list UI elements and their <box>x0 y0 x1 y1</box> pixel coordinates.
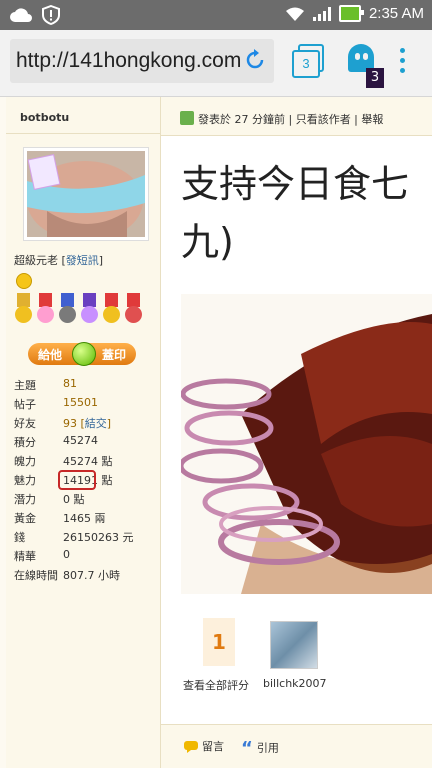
stat-row: 魅力 14191 點 <box>14 470 160 491</box>
stat-row: 帖子 15501 <box>14 396 160 415</box>
reload-icon[interactable] <box>244 49 266 71</box>
medal-icon[interactable] <box>36 293 55 327</box>
clock: 2:35 AM <box>368 5 424 22</box>
author-avatar[interactable] <box>24 148 148 240</box>
author-username[interactable]: botbotu <box>20 111 69 124</box>
stat-label: 積分 <box>14 436 36 449</box>
stat-row: 錢 26150263 元 <box>14 529 160 548</box>
quote-button[interactable]: “引用 <box>241 738 279 759</box>
stat-value[interactable]: 81 <box>63 377 77 390</box>
stat-label: 黃金 <box>14 512 36 525</box>
rating-score: 1 <box>203 618 235 666</box>
medal-icon[interactable] <box>80 293 99 327</box>
stat-label: 好友 <box>14 417 36 430</box>
stat-label: 帖子 <box>14 398 36 411</box>
stat-value: 0 <box>63 548 70 561</box>
extension-badge: 3 <box>366 68 384 88</box>
alert-shield-icon <box>42 5 60 25</box>
stat-label: 在線時間 <box>14 569 58 582</box>
stat-value[interactable]: 93 [結交] <box>63 415 111 431</box>
post-actions: 留言 “引用 <box>161 724 432 768</box>
stat-label: 潛力 <box>14 493 36 506</box>
stat-row: 主題 81 <box>14 377 160 396</box>
stat-value: 1465 兩 <box>63 512 106 525</box>
rater-avatar[interactable] <box>270 621 318 669</box>
author-stats: 主題 81 帖子 15501 好友 93 [結交] 積分 45274 魄力 45274 點魅力 14… <box>14 377 160 586</box>
online-status-icon <box>180 111 194 125</box>
stat-value: 45274 <box>63 434 98 447</box>
stat-row: 潛力 0 點 <box>14 491 160 510</box>
post-meta-bar: 發表於 27 分鐘前 | 只看該作者 | 舉報 <box>161 97 432 136</box>
medal-icon[interactable] <box>14 293 33 327</box>
medal-icon[interactable] <box>124 293 143 327</box>
status-bar: 2:35 AM <box>0 0 432 30</box>
tab-count: 3 <box>292 50 320 78</box>
stat-row: 黃金 1465 兩 <box>14 510 160 529</box>
author-rank: 超級元老 [發短訊] <box>14 254 104 267</box>
medal-icon[interactable] <box>102 293 121 327</box>
stat-label: 魅力 <box>14 474 36 487</box>
smiley-icon <box>16 273 32 289</box>
view-all-ratings-link[interactable]: 查看全部評分 <box>183 677 249 693</box>
browser-toolbar: http://141hongkong.com 3 3 <box>0 30 432 97</box>
quote-icon: “ <box>241 738 253 759</box>
stat-row: 好友 93 [結交] <box>14 415 160 434</box>
cloud-icon <box>10 8 32 22</box>
stat-row: 積分 45274 <box>14 434 160 453</box>
address-bar[interactable]: http://141hongkong.com <box>10 39 274 83</box>
stat-value: 45274 點 <box>63 455 113 468</box>
overflow-menu-icon[interactable] <box>398 48 406 78</box>
stat-label: 錢 <box>14 531 25 544</box>
send-message-link[interactable]: 發短訊 <box>66 254 99 267</box>
reply-button[interactable]: 留言 <box>184 738 224 754</box>
forum-page: botbotu 超級元老 [發短訊] 給他 蓋印 主題 81 帖子 15501 … <box>0 97 432 768</box>
signal-icon <box>312 6 331 21</box>
stat-row: 在線時間 807.7 小時 <box>14 567 160 586</box>
post-meta-text[interactable]: 發表於 27 分鐘前 | 只看該作者 | 舉報 <box>198 111 383 127</box>
url-text[interactable]: http://141hongkong.com <box>16 49 242 73</box>
highlight-box <box>58 470 96 490</box>
stat-label: 主題 <box>14 379 36 392</box>
stat-value: 26150263 元 <box>63 531 134 544</box>
stat-label: 精華 <box>14 550 36 563</box>
wifi-icon <box>285 7 304 21</box>
post-title: 支持今日食七 九) <box>181 162 410 264</box>
stat-value[interactable]: 15501 <box>63 396 98 409</box>
tab-switcher-button[interactable]: 3 <box>292 44 324 78</box>
speech-bubble-icon <box>184 741 198 753</box>
rater-name[interactable]: billchk2007 <box>263 677 327 690</box>
post-photo[interactable] <box>181 294 432 594</box>
stat-label: 魄力 <box>14 455 36 468</box>
stat-row: 精華 0 <box>14 548 160 567</box>
post-content: 發表於 27 分鐘前 | 只看該作者 | 舉報 支持今日食七 九) 1 查看全部… <box>161 97 432 768</box>
medal-icon[interactable] <box>58 293 77 327</box>
author-sidebar: botbotu 超級元老 [發短訊] 給他 蓋印 主題 81 帖子 15501 … <box>6 97 161 768</box>
medal-list <box>14 293 143 327</box>
battery-charging-icon <box>338 5 364 22</box>
add-friend-link[interactable]: 結交 <box>85 417 107 430</box>
stamp-button[interactable]: 給他 蓋印 <box>28 342 136 366</box>
stat-value: 0 點 <box>63 493 85 506</box>
stat-value: 807.7 小時 <box>63 569 120 582</box>
